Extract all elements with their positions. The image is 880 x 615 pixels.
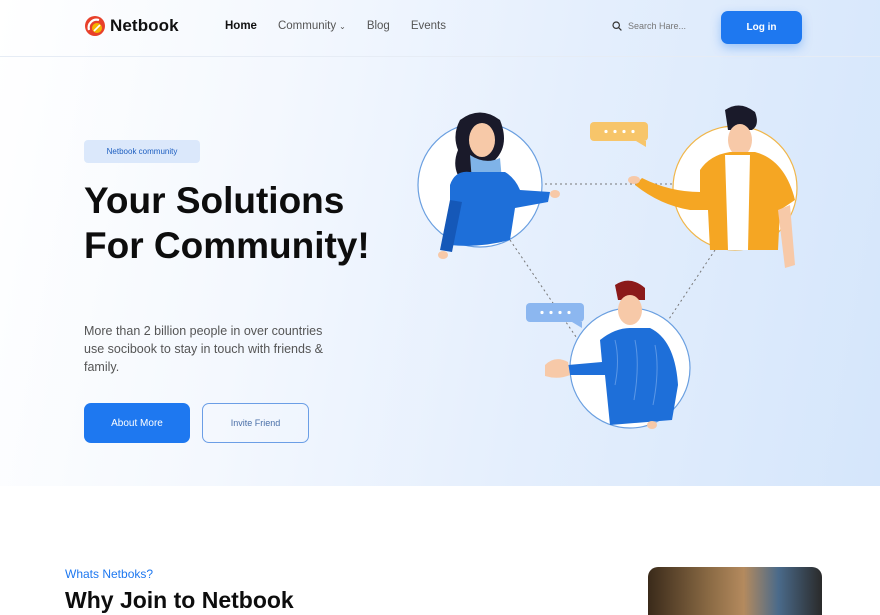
logo[interactable]: Netbook — [84, 15, 179, 37]
section-title: Why Join to Netbook — [65, 587, 294, 613]
site-header: Netbook Home Community ⌄ Blog Events Log… — [0, 0, 880, 57]
about-more-button[interactable]: About More — [84, 403, 190, 443]
man-blue-figure — [545, 280, 678, 429]
chat-bubble-yellow-icon — [590, 122, 648, 147]
search-input[interactable] — [628, 21, 708, 31]
main-nav: Home Community ⌄ Blog Events — [225, 20, 467, 32]
nav-item-events[interactable]: Events — [411, 20, 446, 32]
man-yellow-figure — [628, 105, 795, 268]
chat-bubble-blue-icon — [526, 303, 584, 328]
nav-item-label: Blog — [366, 20, 390, 32]
login-button[interactable]: Log in — [721, 11, 802, 44]
community-illustration — [417, 105, 798, 429]
nav-item-label: Events — [410, 20, 447, 32]
chevron-down-icon: ⌄ — [339, 21, 346, 31]
hero-title: Your Solutions For Community! — [84, 180, 370, 266]
nav-item-label: Home — [225, 20, 257, 32]
nav-item-label: Community — [277, 20, 337, 32]
nav-item-community[interactable]: Community ⌄ — [278, 20, 346, 32]
section-photo — [648, 567, 822, 615]
search-box — [612, 21, 708, 31]
logo-text: Netbook — [110, 16, 179, 35]
community-badge: Netbook community — [84, 140, 200, 163]
logo-icon — [85, 16, 105, 36]
hero-description: More than 2 billion people in over count… — [84, 324, 324, 374]
nav-item-blog[interactable]: Blog — [367, 20, 390, 32]
invite-friend-button[interactable]: Invite Friend — [202, 403, 309, 443]
nav-item-home[interactable]: Home — [225, 20, 257, 32]
search-icon[interactable] — [612, 21, 622, 31]
section-eyebrow: Whats Netboks? — [65, 567, 154, 581]
